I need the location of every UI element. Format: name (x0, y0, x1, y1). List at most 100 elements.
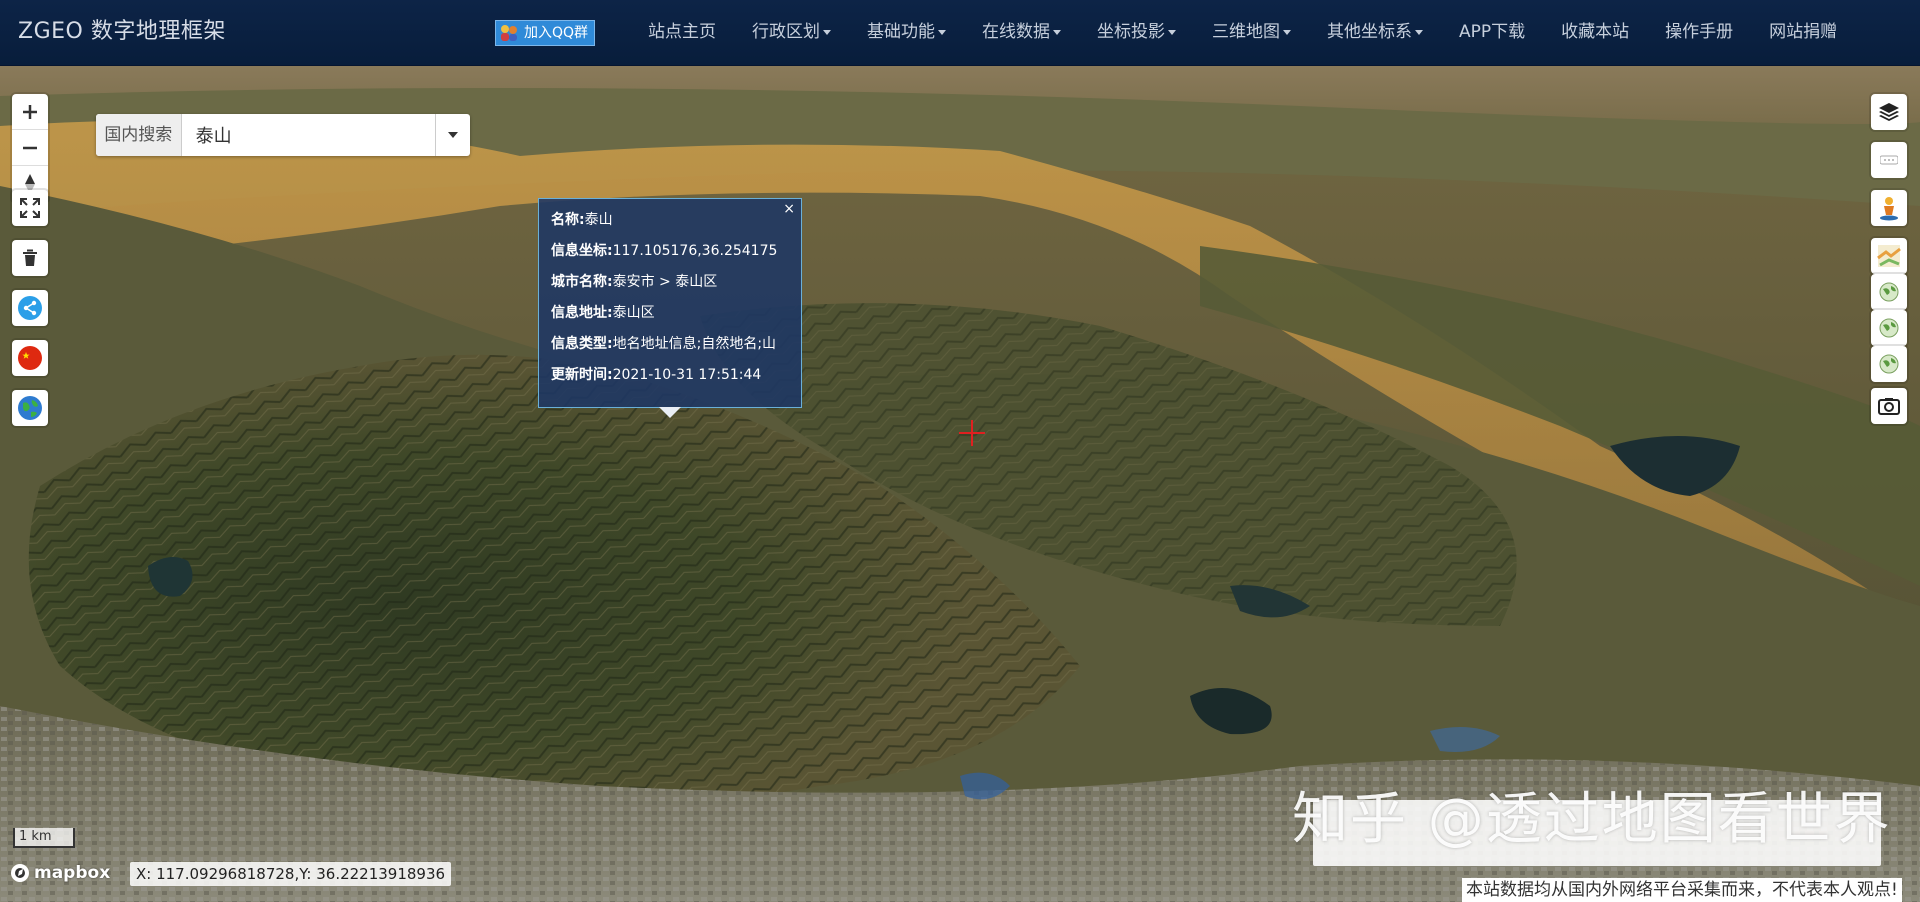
nav-item-label: 操作手册 (1665, 22, 1734, 42)
nav-item[interactable]: 其他坐标系 (1309, 0, 1441, 64)
nav-item-label: 站点主页 (648, 22, 716, 42)
qq-group-icon (501, 25, 517, 41)
caret-down-icon (938, 29, 946, 35)
layers-icon (1879, 103, 1899, 121)
search-scope-label[interactable]: 国内搜索 (96, 114, 182, 156)
nav-item[interactable]: 基础功能 (849, 0, 964, 64)
popup-close-button[interactable]: × (783, 201, 795, 217)
popup-info-row: 更新时间:2021-10-31 17:51:44 (551, 364, 791, 395)
popup-field-key: 信息类型: (551, 336, 613, 352)
popup-field-key: 信息地址: (551, 305, 613, 321)
caret-down-icon (1415, 29, 1423, 35)
delete-control (12, 240, 48, 276)
domestic-search-box: 国内搜索 (96, 114, 470, 156)
zoom-in-button[interactable] (12, 94, 48, 130)
trash-icon (23, 249, 37, 266)
top-navbar: ZGEO 数字地理框架 加入QQ群 站点主页 行政区划 基础功能 在线数据 坐标投影 三维… (0, 0, 1920, 66)
nav-item[interactable]: 在线数据 (964, 0, 1079, 64)
mapbox-logo-text: mapbox (34, 863, 111, 883)
ellipsis-icon (1880, 155, 1898, 165)
street-view-button[interactable] (1871, 190, 1907, 226)
caret-down-icon (1168, 29, 1176, 35)
popup-info-row: 信息坐标:117.105176,36.254175 (551, 240, 791, 271)
delete-button[interactable] (12, 240, 48, 276)
nav-item-label: 坐标投影 (1097, 22, 1165, 42)
nav-item-label: 其他坐标系 (1327, 22, 1412, 42)
fullscreen-icon (20, 198, 40, 218)
fullscreen-button[interactable] (12, 190, 48, 226)
globe-button[interactable] (12, 390, 48, 426)
popup-field-value: 泰安市 > 泰山区 (612, 274, 718, 290)
site-brand[interactable]: ZGEO 数字地理框架 (18, 0, 226, 64)
place-info-popup: × 名称:泰山 信息坐标:117.105176,36.254175 城市名称:泰安市… (538, 198, 802, 418)
globe-layer-icon (1879, 282, 1899, 302)
globe-icon (18, 396, 42, 420)
screenshot-button[interactable] (1871, 388, 1907, 424)
qq-button-label: 加入QQ群 (524, 25, 589, 41)
popup-info-row: 城市名称:泰安市 > 泰山区 (551, 271, 791, 302)
main-menu: 站点主页 行政区划 基础功能 在线数据 坐标投影 三维地图 其他坐标系 APP下载 收藏本站 操作… (630, 0, 1855, 64)
share-icon (18, 296, 42, 320)
map-canvas[interactable]: 国内搜索 × 名称:泰山信息坐标:117.105176,36.254175城市名… (0, 66, 1920, 902)
nav-item[interactable]: 站点主页 (630, 0, 734, 64)
popup-field-value: 泰山区 (612, 305, 655, 321)
popup-field-key: 更新时间: (551, 367, 613, 383)
globe-layer-button-2[interactable] (1871, 310, 1907, 346)
layer-switch-button[interactable] (1871, 94, 1907, 130)
scale-bar: 1 km (13, 828, 75, 848)
nav-item[interactable]: 网站捐赠 (1751, 0, 1855, 64)
popup-pointer-tip (659, 407, 681, 418)
navigation-control (12, 94, 48, 202)
popup-field-key: 名称: (551, 212, 585, 228)
nav-item[interactable]: APP下载 (1441, 0, 1543, 64)
china-flag-icon (18, 346, 42, 370)
fullscreen-control (12, 190, 48, 226)
nav-item[interactable]: 行政区划 (734, 0, 849, 64)
map-thumbnail-icon (1877, 245, 1901, 267)
mapbox-icon (11, 864, 29, 882)
globe-control (12, 390, 48, 426)
zoom-in-icon (23, 104, 37, 119)
nav-item[interactable]: 坐标投影 (1079, 0, 1194, 64)
nav-item-label: 在线数据 (982, 22, 1050, 42)
caret-down-icon (1283, 29, 1291, 35)
more-options-button[interactable] (1871, 142, 1907, 178)
popup-field-value: 117.105176,36.254175 (612, 243, 778, 259)
join-qq-group-button[interactable]: 加入QQ群 (495, 20, 596, 46)
nav-item[interactable]: 操作手册 (1647, 0, 1751, 64)
nav-item[interactable]: 收藏本站 (1543, 0, 1647, 64)
mapbox-logo[interactable]: mapbox (10, 862, 110, 884)
china-map-button[interactable] (12, 340, 48, 376)
china-map-control (12, 340, 48, 376)
globe-layer-button-3[interactable] (1871, 346, 1907, 382)
popup-info-row: 名称:泰山 (551, 209, 791, 240)
screenshot-icon (1878, 398, 1900, 415)
zoom-out-icon (23, 146, 37, 149)
caret-down-icon (823, 29, 831, 35)
nav-item-label: APP下载 (1459, 22, 1526, 42)
nav-item-label: 行政区划 (752, 22, 820, 42)
watermark-text: 知乎 @透过地图看世界 (1292, 787, 1892, 852)
basemap-button[interactable] (1871, 238, 1907, 274)
popup-info-row: 信息类型:地名地址信息;自然地名;山 (551, 333, 791, 364)
share-control (12, 290, 48, 326)
data-disclaimer: 本站数据均从国内外网络平台采集而来，不代表本人观点! (1462, 878, 1902, 902)
share-button[interactable] (12, 290, 48, 326)
popup-info-row: 信息地址:泰山区 (551, 302, 791, 333)
nav-item[interactable]: 三维地图 (1194, 0, 1309, 64)
zoom-out-button[interactable] (12, 130, 48, 166)
globe-layer-icon (1879, 354, 1899, 374)
caret-down-icon (447, 132, 458, 138)
popup-field-key: 城市名称: (551, 274, 613, 290)
search-dropdown-button[interactable] (434, 114, 470, 156)
nav-item-label: 基础功能 (867, 22, 935, 42)
globe-layer-icon (1879, 318, 1899, 338)
popup-field-value: 泰山 (584, 212, 613, 228)
search-input[interactable] (181, 114, 435, 156)
popup-field-value: 地名地址信息;自然地名;山 (612, 336, 777, 352)
cursor-coordinate-readout: X: 117.09296818728,Y: 36.22213918936 (130, 862, 452, 886)
popup-field-value: 2021-10-31 17:51:44 (612, 367, 762, 383)
globe-layer-button-1[interactable] (1871, 274, 1907, 310)
person-marker-icon (1880, 197, 1898, 221)
popup-field-key: 信息坐标: (551, 243, 613, 259)
